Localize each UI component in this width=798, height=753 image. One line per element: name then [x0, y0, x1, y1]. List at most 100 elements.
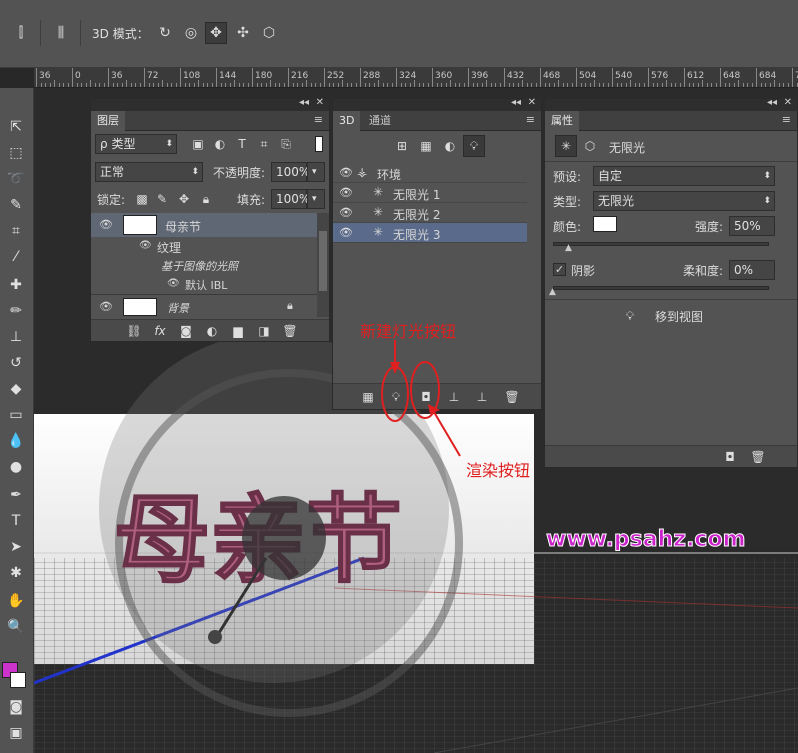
coordinates-icon[interactable]: ⬡ [581, 137, 599, 155]
filter-kind-select[interactable]: ρ 类型 ⬍ [95, 134, 177, 154]
lasso-tool-icon[interactable]: ➰ [4, 168, 28, 190]
intensity-input[interactable]: 50% [729, 216, 775, 236]
type-select[interactable]: 无限光 ⬍ [593, 191, 775, 211]
eraser-tool-icon[interactable]: ◆ [4, 378, 28, 400]
intensity-slider[interactable] [553, 242, 769, 246]
visibility-eye-icon[interactable]: 👁︎ [339, 206, 353, 219]
healing-brush-icon[interactable]: ✚ [4, 274, 28, 296]
mesh-filter-icon[interactable]: ▦ [417, 137, 435, 155]
opacity-dropdown[interactable]: ▾ [307, 162, 325, 182]
path-select-icon[interactable]: ➤ [4, 536, 28, 558]
softness-slider[interactable] [553, 286, 769, 290]
move-to-view-icon[interactable]: 💡︎ [621, 307, 639, 325]
light-filter-icon[interactable]: 💡︎ [463, 135, 485, 157]
layer-sub-textures[interactable]: 👁︎ 纹理 [91, 237, 317, 257]
collapse-icon[interactable]: ◂◂ [511, 97, 521, 108]
trash-icon[interactable]: 🗑︎ [503, 388, 521, 406]
add-mask-icon[interactable]: ◙ [177, 322, 195, 340]
visibility-eye-icon[interactable]: 👁︎ [339, 226, 353, 239]
lock-transparent-icon[interactable]: ▩ [133, 190, 151, 208]
intensity-slider-thumb[interactable]: ▲ [565, 243, 572, 253]
pen-tool-icon[interactable]: ✒ [4, 484, 28, 506]
softness-input[interactable]: 0% [729, 260, 775, 280]
trash-icon[interactable]: 🗑︎ [281, 322, 299, 340]
quick-mask-icon[interactable]: ◙ [4, 696, 28, 718]
fill-input[interactable]: 100% [271, 189, 310, 209]
lock-all-icon[interactable]: 🔒︎ [197, 190, 215, 208]
close-icon[interactable]: ✕ [316, 97, 324, 108]
gradient-tool-icon[interactable]: ▭ [4, 404, 28, 426]
type-filter-icon[interactable]: T [233, 135, 251, 153]
screen-mode-icon[interactable]: ▣ [4, 722, 28, 744]
adjustment-layer-icon[interactable]: ◐ [203, 322, 221, 340]
scale-icon[interactable]: ⬡ [258, 22, 280, 44]
zoom-tool-icon[interactable]: 🔍 [4, 616, 28, 638]
close-icon[interactable]: ✕ [528, 97, 536, 108]
move-to-view-button[interactable]: 移到视图 [655, 308, 703, 325]
roll-icon[interactable]: ◎ [180, 22, 202, 44]
crop-tool-icon[interactable]: ⌗ [4, 220, 28, 242]
visibility-eye-icon[interactable]: 👁︎ [339, 166, 353, 179]
preset-select[interactable]: 自定 ⬍ [593, 166, 775, 186]
distribute-icon[interactable]: ⫿ [10, 22, 32, 44]
panel-menu-icon[interactable]: ≡ [314, 113, 323, 126]
clone-stamp-icon[interactable]: ⊥ [4, 326, 28, 348]
marquee-tool-icon[interactable]: ⬚ [4, 142, 28, 164]
scene-icon[interactable]: ▦ [359, 388, 377, 406]
visibility-eye-icon[interactable]: 👁︎ [167, 278, 180, 289]
new-light-icon[interactable]: 💡︎ [387, 388, 405, 406]
orbit-icon[interactable]: ↻ [154, 22, 176, 44]
tab-layers[interactable]: 图层 [91, 111, 125, 131]
scene-item-environment[interactable]: 👁︎ ⚶ 环境 [333, 163, 527, 183]
brush-tool-icon[interactable]: ✏ [4, 300, 28, 322]
history-brush-icon[interactable]: ↺ [4, 352, 28, 374]
slide-icon[interactable]: ✣ [232, 22, 254, 44]
light-color-swatch[interactable] [593, 216, 617, 232]
visibility-eye-icon[interactable]: 👁︎ [339, 186, 353, 199]
shape-filter-icon[interactable]: ⌗ [255, 135, 273, 153]
dodge-tool-icon[interactable]: ● [4, 456, 28, 478]
scene-item-light-3[interactable]: 👁︎ ✳ 无限光 3 [333, 223, 527, 243]
eyedropper-icon[interactable]: ⁄ [4, 246, 28, 268]
shape-tool-icon[interactable]: ✱ [4, 562, 28, 584]
panel-menu-icon[interactable]: ≡ [782, 113, 791, 126]
collapse-icon[interactable]: ◂◂ [767, 97, 777, 108]
tab-properties[interactable]: 属性 [545, 111, 579, 131]
quick-select-icon[interactable]: ✎ [4, 194, 28, 216]
shadow-checkbox[interactable]: ✓ [553, 263, 566, 276]
blur-tool-icon[interactable]: 💧 [4, 430, 28, 452]
scene-item-light-2[interactable]: 👁︎ ✳ 无限光 2 [333, 203, 527, 223]
link-layers-icon[interactable]: ⛓ [125, 322, 143, 340]
visibility-eye-icon[interactable]: 👁︎ [99, 300, 113, 313]
hand-tool-icon[interactable]: ✋ [4, 590, 28, 612]
smart-filter-icon[interactable]: ⎘ [277, 135, 295, 153]
new-group-icon[interactable]: ▆ [229, 322, 247, 340]
layer-sub-ibl[interactable]: 基于图像的光照 [91, 257, 317, 275]
softness-slider-thumb[interactable]: ▲ [549, 287, 556, 297]
layer-name[interactable]: 母亲节 [165, 218, 201, 235]
filter-toggle[interactable] [315, 136, 323, 152]
layer-name[interactable]: 背景 [167, 300, 189, 316]
light-properties-icon[interactable]: ✳ [555, 135, 577, 157]
close-icon[interactable]: ✕ [784, 97, 792, 108]
pixel-filter-icon[interactable]: ▣ [189, 135, 207, 153]
align-icon[interactable]: ⫼ [50, 22, 72, 44]
opacity-input[interactable]: 100% [271, 162, 310, 182]
blend-mode-select[interactable]: 正常 ⬍ [95, 162, 203, 182]
collapse-icon[interactable]: ◂◂ [299, 97, 309, 108]
material-filter-icon[interactable]: ◐ [441, 137, 459, 155]
panel-menu-icon[interactable]: ≡ [526, 113, 535, 126]
drop-to-ground-icon[interactable]: ⊥ [473, 388, 491, 406]
layer-row-3d[interactable]: 👁︎ 母亲节 [91, 213, 317, 237]
visibility-eye-icon[interactable]: 👁︎ [139, 240, 152, 251]
tab-channels[interactable]: 通道 [363, 111, 397, 131]
type-tool-icon[interactable]: T [4, 510, 28, 532]
background-color-swatch[interactable] [10, 672, 26, 688]
adjust-filter-icon[interactable]: ◐ [211, 135, 229, 153]
lock-paint-icon[interactable]: ✎ [153, 190, 171, 208]
lock-position-icon[interactable]: ✥ [175, 190, 193, 208]
scene-filter-icon[interactable]: ⊞ [393, 137, 411, 155]
layers-scrollbar[interactable] [317, 213, 329, 317]
render-icon[interactable]: ◘ [721, 448, 739, 466]
trash-icon[interactable]: 🗑︎ [749, 448, 767, 466]
